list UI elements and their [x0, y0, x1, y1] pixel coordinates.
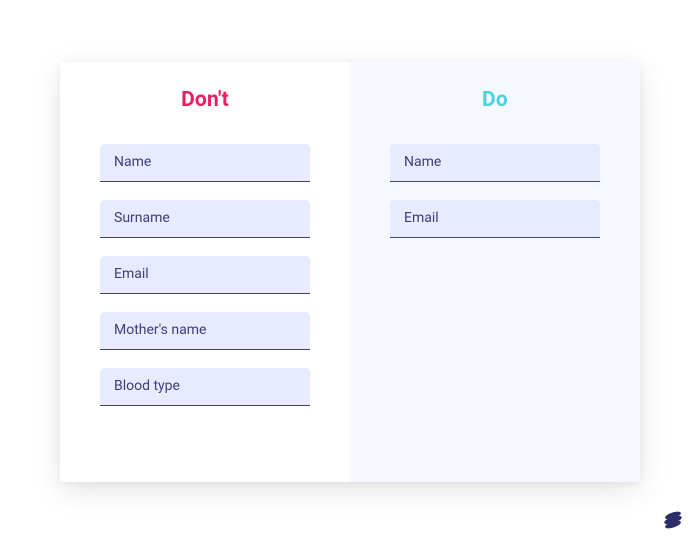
dont-column: Don't Name Surname Email Mother's name B…	[60, 62, 350, 482]
field-label: Email	[404, 210, 439, 226]
field-label: Email	[114, 266, 149, 282]
do-field-email[interactable]: Email	[390, 200, 600, 238]
comparison-card: Don't Name Surname Email Mother's name B…	[60, 62, 640, 482]
field-label: Name	[404, 154, 441, 170]
dont-field-mothers-name[interactable]: Mother's name	[100, 312, 310, 350]
field-label: Name	[114, 154, 151, 170]
brand-logo-icon	[662, 509, 684, 531]
dont-field-email[interactable]: Email	[100, 256, 310, 294]
do-field-name[interactable]: Name	[390, 144, 600, 182]
field-label: Mother's name	[114, 322, 206, 338]
dont-field-name[interactable]: Name	[100, 144, 310, 182]
dont-title: Don't	[86, 88, 324, 112]
dont-field-surname[interactable]: Surname	[100, 200, 310, 238]
do-title: Do	[376, 88, 614, 112]
field-label: Surname	[114, 210, 170, 226]
dont-field-blood-type[interactable]: Blood type	[100, 368, 310, 406]
field-label: Blood type	[114, 378, 180, 394]
do-column: Do Name Email	[350, 62, 640, 482]
